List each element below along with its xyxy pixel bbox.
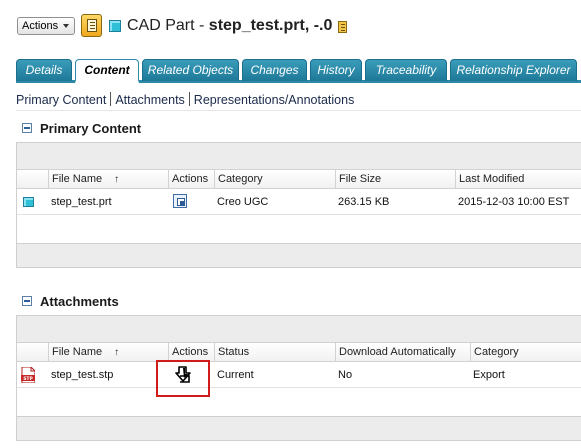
tab-bar: Details Content Related Objects Changes …: [16, 59, 581, 83]
column-label: File Size: [339, 173, 382, 185]
page-header: Actions CAD Part - step_test.prt, -.0: [0, 0, 581, 56]
sort-ascending-icon: ↑: [114, 174, 120, 185]
table-footer: [17, 243, 581, 268]
column-header-last-modified[interactable]: Last Modified: [455, 170, 581, 189]
column-header-file-size[interactable]: File Size: [335, 170, 455, 189]
sort-ascending-icon: ↑: [114, 347, 120, 358]
content-subnav: Primary Content Attachments Representation…: [16, 92, 354, 107]
column-header-actions[interactable]: Actions: [168, 170, 214, 189]
tab-label: Details: [25, 63, 63, 77]
view-content-icon[interactable]: [173, 194, 187, 208]
file-name-link[interactable]: step_test.prt: [48, 189, 112, 215]
tab-label: Related Objects: [147, 63, 234, 77]
page-title: CAD Part - step_test.prt, -.0: [127, 17, 332, 35]
column-label: Download Automatically: [339, 346, 456, 358]
tab-traceability[interactable]: Traceability: [365, 59, 447, 81]
table-footer: [17, 416, 581, 441]
table-toolbar: [17, 315, 581, 342]
page-title-name: step_test.prt, -.0: [208, 17, 333, 34]
page-title-prefix: CAD Part -: [127, 17, 209, 34]
cad-part-icon: [109, 20, 121, 32]
actions-cell: [168, 189, 214, 215]
category-cell: Creo UGC: [217, 196, 269, 208]
table-header: File Name ↑ Actions Category File Size La…: [17, 169, 581, 189]
subnav-divider: [188, 92, 190, 106]
file-size-cell: 263.15 KB: [338, 196, 390, 208]
tab-history[interactable]: History: [310, 59, 362, 81]
primary-content-table: File Name ↑ Actions Category File Size La…: [16, 142, 581, 268]
cad-part-icon: [23, 197, 34, 207]
tab-label: Content: [84, 63, 130, 77]
subnav-primary-content[interactable]: Primary Content: [16, 93, 106, 107]
tab-label: Traceability: [375, 63, 437, 77]
column-header-category[interactable]: Category: [470, 343, 581, 362]
column-header-download-automatically[interactable]: Download Automatically: [335, 343, 470, 362]
subnav-divider: [110, 92, 112, 106]
tab-relationship-explorer[interactable]: Relationship Explorer: [450, 59, 577, 81]
table-row: STP step_test.stp Current No Export: [17, 362, 581, 388]
actions-menu-button[interactable]: Actions: [17, 17, 75, 35]
attachments-heading: Attachments: [22, 294, 119, 309]
stp-file-icon: STP: [21, 367, 35, 383]
file-name-link[interactable]: step_test.stp: [48, 362, 113, 388]
column-label: File Name: [52, 173, 103, 185]
column-header-status[interactable]: Status: [214, 343, 335, 362]
actions-menu-label: Actions: [22, 20, 59, 32]
tab-label: Relationship Explorer: [456, 63, 571, 77]
collapse-icon[interactable]: [22, 296, 32, 306]
column-label: Category: [474, 346, 519, 358]
tab-content[interactable]: Content: [75, 59, 139, 83]
tab-related-objects[interactable]: Related Objects: [142, 59, 239, 81]
tab-details[interactable]: Details: [16, 59, 72, 81]
column-label: File Name: [52, 346, 103, 358]
last-modified-cell: 2015-12-03 10:00 EST: [458, 196, 570, 208]
table-header: File Name ↑ Actions Status Download Autom…: [17, 342, 581, 362]
section-title: Attachments: [40, 294, 119, 309]
category-cell: Export: [473, 369, 505, 381]
table-row: step_test.prt Creo UGC 263.15 KB 2015-12…: [17, 189, 581, 215]
tab-label: History: [317, 63, 355, 77]
tab-changes[interactable]: Changes: [242, 59, 307, 81]
column-label: Category: [218, 173, 263, 185]
notes-icon[interactable]: [338, 21, 347, 33]
subnav-attachments[interactable]: Attachments: [115, 93, 184, 107]
table-toolbar: [17, 142, 581, 169]
attachments-table: File Name ↑ Actions Status Download Autom…: [16, 315, 581, 441]
download-automatically-cell: No: [338, 369, 353, 381]
column-label: Actions: [172, 173, 209, 185]
column-header-category[interactable]: Category: [214, 170, 335, 189]
chevron-down-icon: [63, 24, 69, 28]
column-header-file-name[interactable]: File Name ↑: [48, 170, 168, 189]
column-label: Last Modified: [459, 173, 525, 185]
column-label: Status: [218, 346, 250, 358]
primary-content-heading: Primary Content: [22, 121, 141, 136]
divider: [16, 110, 581, 111]
tab-label: Changes: [250, 63, 299, 77]
column-header-file-name[interactable]: File Name ↑: [48, 343, 168, 362]
status-cell: Current: [217, 369, 254, 381]
collapse-icon[interactable]: [22, 123, 32, 133]
section-title: Primary Content: [40, 121, 142, 136]
highlight-box: [156, 360, 210, 397]
column-label: Actions: [172, 346, 209, 358]
info-page-icon[interactable]: [81, 14, 102, 37]
subnav-representations[interactable]: Representations/Annotations: [194, 93, 355, 107]
svg-text:STP: STP: [23, 376, 33, 382]
